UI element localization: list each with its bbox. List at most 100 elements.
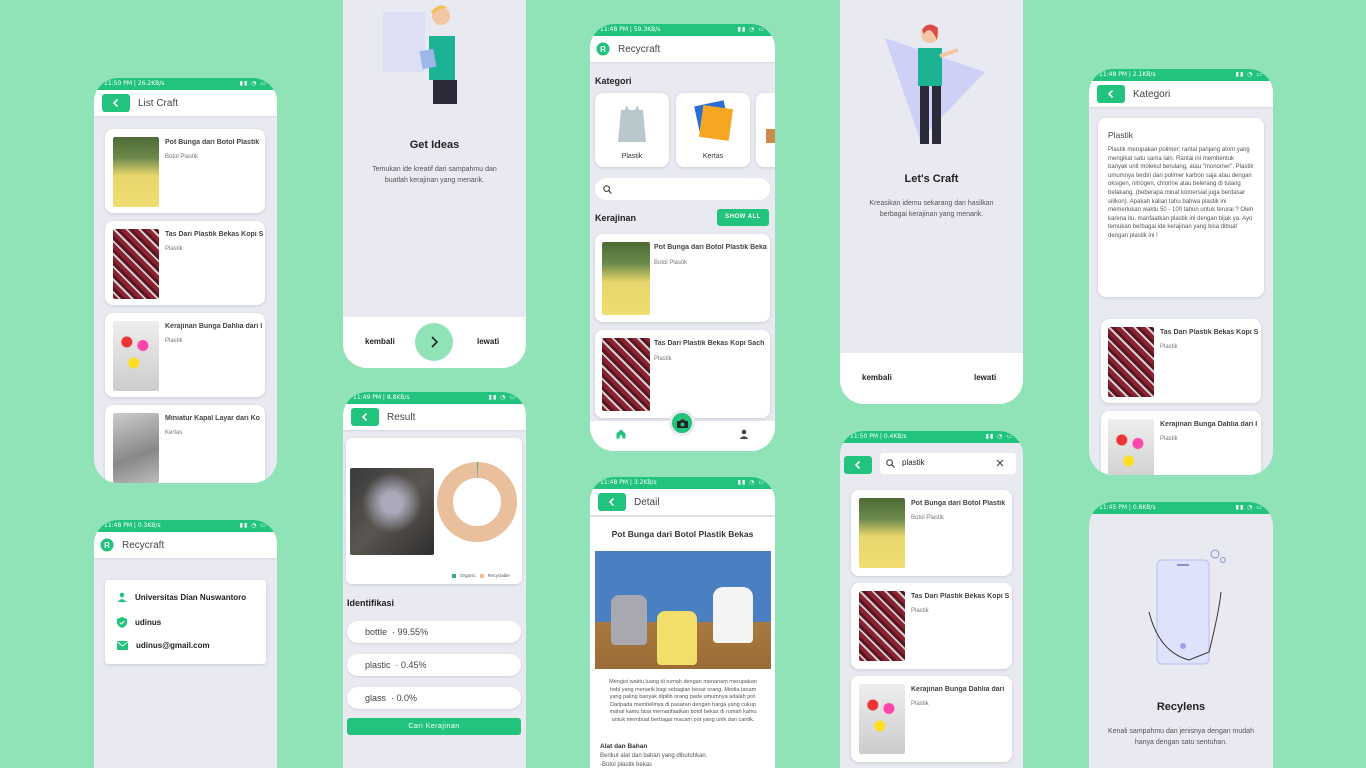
status-icons: ▮▮ ◔ ▭ [239,522,267,529]
back-link[interactable]: kembali [862,373,892,382]
item-title: Pot Bunga dari Botol Plastik [911,500,1006,507]
onboarding-title: Let's Craft [904,173,959,185]
status-time: 11:50 PM | 26.2KB/s [104,80,165,87]
list-item[interactable]: Miniatur Kapal Layar dari Ko Kertas [105,405,265,483]
list-item[interactable]: Kerajinan Bunga Dahlia dari I Plastik [1101,411,1261,475]
back-link[interactable]: kembali [365,337,395,346]
search-query: plastik [902,458,925,467]
status-bar: 11:49 PM | 8.8KB/s ▮▮ ◔ ▭ [343,392,526,404]
search-input[interactable]: plastik [880,453,1016,474]
item-category: Plastik [165,338,183,344]
skip-link[interactable]: lewati [974,373,996,382]
recycraft-logo-icon: R [100,538,114,552]
onboarding-description: Temukan ide kreatif dari sampahmu dan bu… [372,166,497,184]
onboarding-title: Get Ideas [409,139,460,151]
search-icon [603,185,612,194]
app-bar: Result [343,404,526,430]
class-label: glass [365,693,387,703]
classification-donut-chart [437,462,517,542]
legend-organic: Organic [460,573,476,578]
next-button[interactable] [415,323,453,361]
illustration-phone-hand [1148,549,1226,665]
legend-recyclable: Recyclable [487,573,510,578]
status-bar: 11:50 PM | 26.2KB/s ▮▮ ◔ ▭ [94,78,277,90]
legend-swatch-organic [452,573,456,578]
recycraft-logo-icon: R [596,42,610,56]
paper-icon [694,100,734,141]
profile-icon[interactable] [739,429,749,439]
craft-description: Mengisi waktu luang di rumah dengan mena… [609,679,757,723]
classification-row: plastic · 0.45% [347,654,521,676]
list-item[interactable]: Pot Bunga dari Botol Plastik Botol Plast… [105,129,265,213]
clear-icon[interactable] [996,459,1004,467]
item-category: Plastik [1160,344,1178,350]
craft-thumbnail [113,137,159,207]
list-item[interactable]: Kerajinan Bunga Dahlia dari I Plastik [105,313,265,397]
category-label: Kertas [702,153,724,160]
status-bar: 11:48 PM | 2.1KB/s ▮▮ ◔ ▭ [1089,69,1273,81]
home-icon[interactable] [616,429,626,439]
chevron-left-icon [361,412,368,422]
list-item[interactable]: Tas Dari Plastik Bekas Kopi Sach Plastik [595,330,770,418]
email: udinus@gmail.com [136,641,210,650]
list-item[interactable]: Pot Bunga dari Botol Plastik Botol Plast… [851,490,1012,576]
category-card-kertas[interactable]: Kertas [676,93,750,167]
status-time: 11:48 PM | 3.2KB/s [600,479,657,486]
feature-title: Recylens [1156,701,1206,713]
item-category: Plastik [911,701,929,707]
app-bar: R Recycraft [94,532,277,558]
item-category: Botol Plastik [911,515,945,521]
tools-item: -Botol plastik bekas [600,762,653,768]
back-button[interactable] [844,456,872,474]
person-icon [117,592,127,602]
plastic-bag-icon [618,106,646,142]
onboarding-footer: kembali lewati [343,317,526,368]
chevron-left-icon [854,460,861,470]
item-title: Tas Dari Plastik Bekas Kopi S [165,231,263,238]
camera-button[interactable] [669,410,695,436]
show-all-button[interactable]: SHOW ALL [717,209,769,226]
item-category: Plastik [654,356,672,362]
phone-recylens: 11:45 PM | 0.8KB/s ▮▮ ◔ ▭ Recylens Kenali… [1089,502,1273,768]
craft-thumbnail [602,242,650,315]
category-card-partial[interactable] [756,93,775,167]
phone-onboarding-craft: Let's Craft Kreasikan idemu sekarang dan… [840,0,1023,404]
craft-thumbnail [859,591,905,661]
item-title: Kerajinan Bunga Dahlia dari I [165,323,263,330]
back-button[interactable] [1097,85,1125,103]
category-card-plastik[interactable]: Plastik [595,93,669,167]
camera-icon [676,419,688,428]
search-icon [886,459,895,468]
app-bar: List Craft [94,90,277,116]
donut-slice-recyclable [437,462,517,542]
list-item[interactable]: Tas Dari Plastik Bekas Kopi S Plastik [105,221,265,305]
result-card: Organic Recyclable [346,438,522,584]
status-bar: 11:50 PM | 0.4KB/s ▮▮ ◔ ▭ [840,431,1023,443]
item-title: Tas Dari Plastik Bekas Kopi S [1160,329,1258,336]
back-button[interactable] [102,94,130,112]
item-title: Tas Dari Plastik Bekas Kopi Sach [654,340,765,347]
chevron-left-icon [112,98,119,108]
craft-thumbnail [859,684,905,754]
craft-thumbnail [113,229,159,299]
list-item[interactable]: Kerajinan Bunga Dahlia dari Plastik [851,676,1012,762]
find-craft-button[interactable]: Cari Kerajinan [347,718,521,735]
search-bar[interactable] [595,178,770,200]
skip-link[interactable]: lewati [477,337,499,346]
craft-thumbnail [1108,419,1154,475]
item-title: Pot Bunga dari Botol Plastik [165,139,260,146]
list-item[interactable]: Tas Dari Plastik Bekas Kopi S Plastik [1101,319,1261,403]
legend-swatch-recyclable [479,573,484,578]
list-item[interactable]: Pot Bunga dari Botol Plastik Beka Botol … [595,234,770,322]
status-time: 11:48 PM | 2.1KB/s [1099,71,1156,78]
craft-thumbnail [1108,327,1154,397]
pot-grey [611,595,647,645]
back-button[interactable] [598,493,626,511]
item-category: Plastik [1160,436,1178,442]
category-description: Plastik merupakan polimer; rantai panjan… [1108,147,1254,239]
back-button[interactable] [351,408,379,426]
list-item[interactable]: Tas Dari Plastik Bekas Kopi S Plastik [851,583,1012,669]
app-bar: Detail [590,489,775,515]
status-time: 11:50 PM | 0.4KB/s [850,433,907,440]
status-time: 11:48 PM | 0.3KB/s [104,522,161,529]
